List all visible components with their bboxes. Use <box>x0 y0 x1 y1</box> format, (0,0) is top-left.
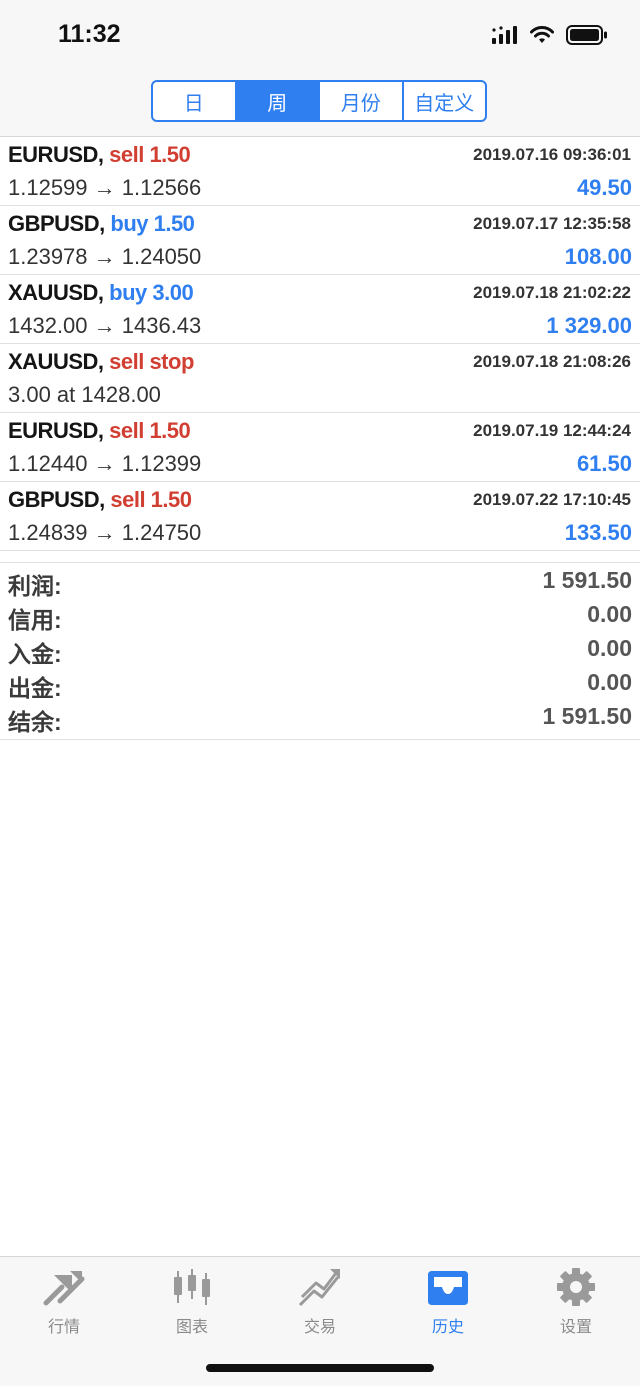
chart-icon <box>174 1269 210 1305</box>
tab-history[interactable]: 历史 <box>384 1267 512 1337</box>
deal-date: 2019.07.17 12:35:58 <box>473 214 631 233</box>
deal-date: 2019.07.16 09:36:01 <box>473 145 631 164</box>
summary-balance: 结余: 1 591.50 <box>0 701 640 735</box>
deal-row[interactable]: EURUSD, sell 1.50 2019.07.19 12:44:24 1.… <box>0 413 640 482</box>
deal-side: sell stop <box>109 349 194 374</box>
battery-icon <box>566 25 607 45</box>
order-row[interactable]: XAUUSD, sell stop 2019.07.18 21:08:26 3.… <box>0 344 640 413</box>
history-list: EURUSD, sell 1.50 2019.07.16 09:36:01 1.… <box>0 137 640 551</box>
deal-date: 2019.07.18 21:08:26 <box>473 352 631 371</box>
segment-week[interactable]: 周 <box>236 82 320 120</box>
home-indicator <box>206 1364 434 1372</box>
deal-profit: 108.00 <box>564 244 632 269</box>
status-icons <box>492 24 608 46</box>
deal-side: buy 1.50 <box>110 211 195 236</box>
deal-profit: 49.50 <box>576 175 632 200</box>
tab-quotes[interactable]: 行情 <box>0 1267 128 1337</box>
deal-side: sell 1.50 <box>109 142 191 167</box>
tab-label: 图表 <box>175 1319 208 1336</box>
deal-symbol: GBPUSD, <box>8 211 105 236</box>
deal-title: EURUSD, sell 1.50 <box>8 142 191 168</box>
trade-icon <box>298 1269 340 1307</box>
segment-custom[interactable]: 自定义 <box>404 82 486 120</box>
tab-settings[interactable]: 设置 <box>512 1267 640 1337</box>
segment-month[interactable]: 月份 <box>320 82 404 120</box>
deal-profit: 61.50 <box>576 451 632 476</box>
deal-title: EURUSD, sell 1.50 <box>8 418 191 444</box>
summary-deposit: 入金: 0.00 <box>0 633 640 667</box>
deal-symbol: EURUSD, <box>8 418 104 443</box>
summary-value: 0.00 <box>587 601 632 627</box>
deal-title: XAUUSD, buy 3.00 <box>8 280 194 306</box>
status-time: 11:32 <box>58 20 121 48</box>
deal-symbol: GBPUSD, <box>8 487 105 512</box>
summary-value: 1 591.50 <box>542 703 632 729</box>
deal-date: 2019.07.18 21:02:22 <box>473 283 631 302</box>
summary-label: 结余: <box>8 709 62 735</box>
deal-profit: 1 329.00 <box>546 313 632 338</box>
summary-credit: 信用: 0.00 <box>0 599 640 633</box>
summary-value: 1 591.50 <box>542 567 632 593</box>
deal-side: sell 1.50 <box>109 418 191 443</box>
account-summary: 利润: 1 591.50 信用: 0.00 入金: 0.00 出金: 0.00 … <box>0 562 640 740</box>
deal-side: sell 1.50 <box>110 487 192 512</box>
tab-label: 交易 <box>303 1319 336 1336</box>
deal-side: buy 3.00 <box>109 280 194 305</box>
tab-chart[interactable]: 图表 <box>128 1267 256 1337</box>
deal-row[interactable]: EURUSD, sell 1.50 2019.07.16 09:36:01 1.… <box>0 137 640 206</box>
summary-profit: 利润: 1 591.50 <box>0 565 640 599</box>
deal-prices: 1432.00 → 1436.43 <box>8 313 202 338</box>
deal-profit: 133.50 <box>564 520 632 545</box>
summary-value: 0.00 <box>587 669 632 695</box>
tab-trade[interactable]: 交易 <box>256 1267 384 1337</box>
deal-symbol: XAUUSD, <box>8 349 104 374</box>
tab-label: 历史 <box>431 1319 464 1336</box>
deal-date: 2019.07.19 12:44:24 <box>473 421 631 440</box>
summary-label: 利润: <box>8 573 62 599</box>
signal-icon <box>492 26 517 44</box>
deal-symbol: EURUSD, <box>8 142 104 167</box>
wifi-icon <box>530 26 554 43</box>
summary-label: 入金: <box>8 641 62 667</box>
deal-title: GBPUSD, buy 1.50 <box>8 211 195 237</box>
deal-title: GBPUSD, sell 1.50 <box>8 487 192 513</box>
summary-value: 0.00 <box>587 635 632 661</box>
header: 11:32 日 周 月份 自定义 <box>0 0 640 137</box>
deal-row[interactable]: GBPUSD, buy 1.50 2019.07.17 12:35:58 1.2… <box>0 206 640 275</box>
deal-symbol: XAUUSD, <box>8 280 104 305</box>
deal-title: XAUUSD, sell stop <box>8 349 194 375</box>
tab-label: 设置 <box>559 1319 592 1336</box>
summary-label: 信用: <box>8 607 62 633</box>
summary-withdrawal: 出金: 0.00 <box>0 667 640 701</box>
quotes-icon <box>43 1271 85 1306</box>
history-icon <box>428 1271 468 1305</box>
settings-icon <box>557 1268 595 1306</box>
summary-label: 出金: <box>8 675 62 701</box>
deal-date: 2019.07.22 17:10:45 <box>473 490 631 509</box>
period-segmented-control: 日 周 月份 自定义 <box>151 80 487 122</box>
tab-label: 行情 <box>47 1319 80 1336</box>
deal-prices: 1.12440 → 1.12399 <box>8 451 202 476</box>
segment-day[interactable]: 日 <box>153 82 237 120</box>
deal-prices: 1.12599 → 1.12566 <box>8 175 202 200</box>
deal-prices: 1.24839 → 1.24750 <box>8 520 202 545</box>
deal-prices: 3.00 at 1428.00 <box>8 382 161 407</box>
deal-row[interactable]: GBPUSD, sell 1.50 2019.07.22 17:10:45 1.… <box>0 482 640 551</box>
deal-prices: 1.23978 → 1.24050 <box>8 244 202 269</box>
deal-row[interactable]: XAUUSD, buy 3.00 2019.07.18 21:02:22 143… <box>0 275 640 344</box>
